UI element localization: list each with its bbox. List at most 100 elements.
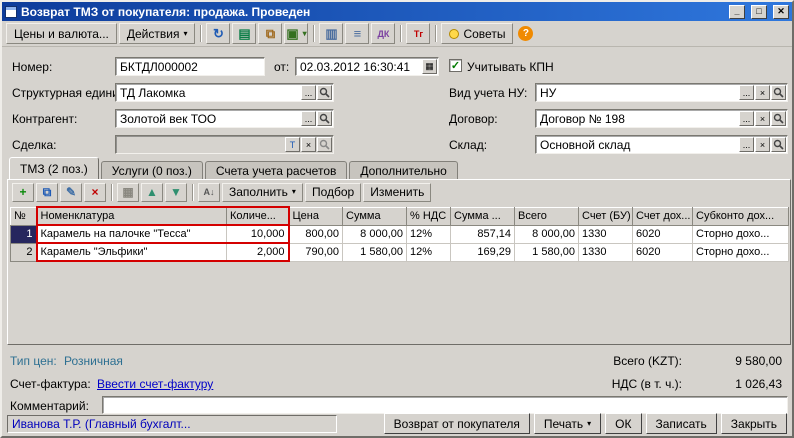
search-icon[interactable] bbox=[317, 85, 332, 100]
column-header[interactable]: Сумма bbox=[343, 207, 407, 225]
close-button[interactable]: ✕ bbox=[773, 5, 789, 19]
cell[interactable]: 1330 bbox=[579, 243, 633, 261]
change-button[interactable]: Изменить bbox=[363, 183, 431, 202]
clear-icon[interactable]: × bbox=[755, 137, 770, 152]
cell[interactable]: 1 580,00 bbox=[343, 243, 407, 261]
deal-input[interactable]: Т × bbox=[115, 135, 334, 154]
add-row-icon[interactable]: + bbox=[12, 183, 34, 202]
minimize-button[interactable]: _ bbox=[729, 5, 745, 19]
enter-invoice-link[interactable]: Ввести счет-фактуру bbox=[97, 377, 213, 391]
cell[interactable]: 6020 bbox=[633, 243, 693, 261]
close-button[interactable]: Закрыть bbox=[721, 413, 787, 434]
column-header[interactable]: Номенклатура bbox=[37, 207, 227, 225]
search-icon[interactable] bbox=[771, 111, 786, 126]
deal-type-button[interactable]: Т bbox=[285, 137, 300, 152]
row-number[interactable]: 1 bbox=[11, 225, 37, 243]
column-header[interactable]: Субконто дох... bbox=[693, 207, 789, 225]
select-button[interactable]: ... bbox=[301, 85, 316, 100]
warehouse-input[interactable]: Основной склад ... × bbox=[535, 135, 788, 154]
journal-icon[interactable]: ▥ bbox=[319, 23, 343, 44]
tab-additional[interactable]: Дополнительно bbox=[349, 161, 457, 179]
cell[interactable]: 12% bbox=[407, 243, 451, 261]
struct-unit-input[interactable]: ТД Лакомка ... bbox=[115, 83, 334, 102]
select-button[interactable]: ... bbox=[739, 137, 754, 152]
delete-row-icon[interactable]: × bbox=[84, 183, 106, 202]
help-icon[interactable]: ? bbox=[518, 26, 533, 41]
column-header[interactable]: № bbox=[11, 207, 37, 225]
cell[interactable]: Карамель на палочке "Тесса" bbox=[37, 225, 227, 243]
select-button[interactable]: ... bbox=[739, 85, 754, 100]
cell[interactable]: 800,00 bbox=[289, 225, 343, 243]
cell[interactable]: 12% bbox=[407, 225, 451, 243]
advice-button[interactable]: Советы bbox=[441, 23, 513, 44]
search-icon[interactable] bbox=[771, 137, 786, 152]
column-header[interactable]: Цена bbox=[289, 207, 343, 225]
refresh-icon[interactable]: ↻ bbox=[206, 23, 230, 44]
related-documents-icon[interactable]: ≡ bbox=[345, 23, 369, 44]
price-type-value[interactable]: Розничная bbox=[64, 354, 123, 368]
clear-icon[interactable]: × bbox=[301, 137, 316, 152]
register-records-icon[interactable]: ДК bbox=[371, 23, 395, 44]
cell[interactable]: 6020 bbox=[633, 225, 693, 243]
tab-settlement-accounts[interactable]: Счета учета расчетов bbox=[205, 161, 347, 179]
create-based-on-icon[interactable]: ▣▾ bbox=[284, 23, 308, 44]
date-input[interactable]: 02.03.2012 16:30:41 ▦ bbox=[295, 57, 439, 76]
prices-currency-button[interactable]: Цены и валюта... bbox=[6, 23, 117, 44]
cell[interactable]: Карамель "Эльфики" bbox=[37, 243, 227, 261]
copy-row-icon[interactable]: ⧉ bbox=[36, 183, 58, 202]
post-document-icon[interactable]: ▤ bbox=[232, 23, 256, 44]
row-number[interactable]: 2 bbox=[11, 243, 37, 261]
contract-input[interactable]: Договор № 198 ... × bbox=[535, 109, 788, 128]
nu-kind-input[interactable]: НУ ... × bbox=[535, 83, 788, 102]
reorder-icon[interactable]: ▦ bbox=[117, 183, 139, 202]
print-button[interactable]: Печать▾ bbox=[534, 413, 601, 434]
cell[interactable]: 10,000 bbox=[227, 225, 289, 243]
cell[interactable]: 857,14 bbox=[451, 225, 515, 243]
calendar-icon[interactable]: ▦ bbox=[422, 59, 437, 74]
return-from-buyer-button[interactable]: Возврат от покупателя bbox=[384, 413, 530, 434]
cell[interactable]: 1 580,00 bbox=[515, 243, 579, 261]
save-button[interactable]: Записать bbox=[646, 413, 717, 434]
fill-button[interactable]: Заполнить▾ bbox=[222, 183, 303, 202]
tab-services[interactable]: Услуги (0 поз.) bbox=[101, 161, 203, 179]
column-header[interactable]: Счет дох... bbox=[633, 207, 693, 225]
table-row[interactable]: 1Карамель на палочке "Тесса"10,000800,00… bbox=[11, 225, 789, 243]
number-input[interactable]: БКТДЛ000002 bbox=[115, 57, 265, 76]
cell[interactable]: 169,29 bbox=[451, 243, 515, 261]
select-button[interactable]: ... bbox=[301, 111, 316, 126]
cell[interactable]: 790,00 bbox=[289, 243, 343, 261]
pick-button-label: Подбор bbox=[312, 185, 354, 199]
actions-button[interactable]: Действия ▾ bbox=[119, 23, 196, 44]
cell[interactable]: Сторно дохо... bbox=[693, 243, 789, 261]
select-button[interactable]: ... bbox=[739, 111, 754, 126]
cell[interactable]: 2,000 bbox=[227, 243, 289, 261]
column-header[interactable]: Количе... bbox=[227, 207, 289, 225]
sort-icon[interactable]: А↓ bbox=[198, 183, 220, 202]
move-down-icon[interactable]: ▼ bbox=[165, 183, 187, 202]
pick-button[interactable]: Подбор bbox=[305, 183, 361, 202]
clear-icon[interactable]: × bbox=[755, 111, 770, 126]
search-icon[interactable] bbox=[771, 85, 786, 100]
tab-tmz[interactable]: ТМЗ (2 поз.) bbox=[9, 157, 99, 179]
move-up-icon[interactable]: ▲ bbox=[141, 183, 163, 202]
copy-document-icon[interactable]: ⧉ bbox=[258, 23, 282, 44]
table-row[interactable]: 2Карамель "Эльфики"2,000790,001 580,0012… bbox=[11, 243, 789, 261]
clear-icon[interactable]: × bbox=[755, 85, 770, 100]
column-header[interactable]: Сумма ... bbox=[451, 207, 515, 225]
cell[interactable]: 8 000,00 bbox=[515, 225, 579, 243]
column-header[interactable]: % НДС bbox=[407, 207, 451, 225]
tenge-accounting-icon[interactable]: Тг bbox=[406, 23, 430, 44]
search-icon[interactable] bbox=[317, 137, 332, 152]
search-icon[interactable] bbox=[317, 111, 332, 126]
cell[interactable]: 1330 bbox=[579, 225, 633, 243]
column-header[interactable]: Счет (БУ) bbox=[579, 207, 633, 225]
edit-row-icon[interactable]: ✎ bbox=[60, 183, 82, 202]
ok-button[interactable]: ОК bbox=[605, 413, 641, 434]
cell[interactable]: 8 000,00 bbox=[343, 225, 407, 243]
items-table: №НоменклатураКоличе...ЦенаСумма% НДССумм… bbox=[10, 206, 789, 262]
kpn-checkbox[interactable]: ✓ bbox=[449, 59, 462, 72]
counterparty-input[interactable]: Золотой век ТОО ... bbox=[115, 109, 334, 128]
cell[interactable]: Сторно дохо... bbox=[693, 225, 789, 243]
maximize-button[interactable]: □ bbox=[751, 5, 767, 19]
column-header[interactable]: Всего bbox=[515, 207, 579, 225]
